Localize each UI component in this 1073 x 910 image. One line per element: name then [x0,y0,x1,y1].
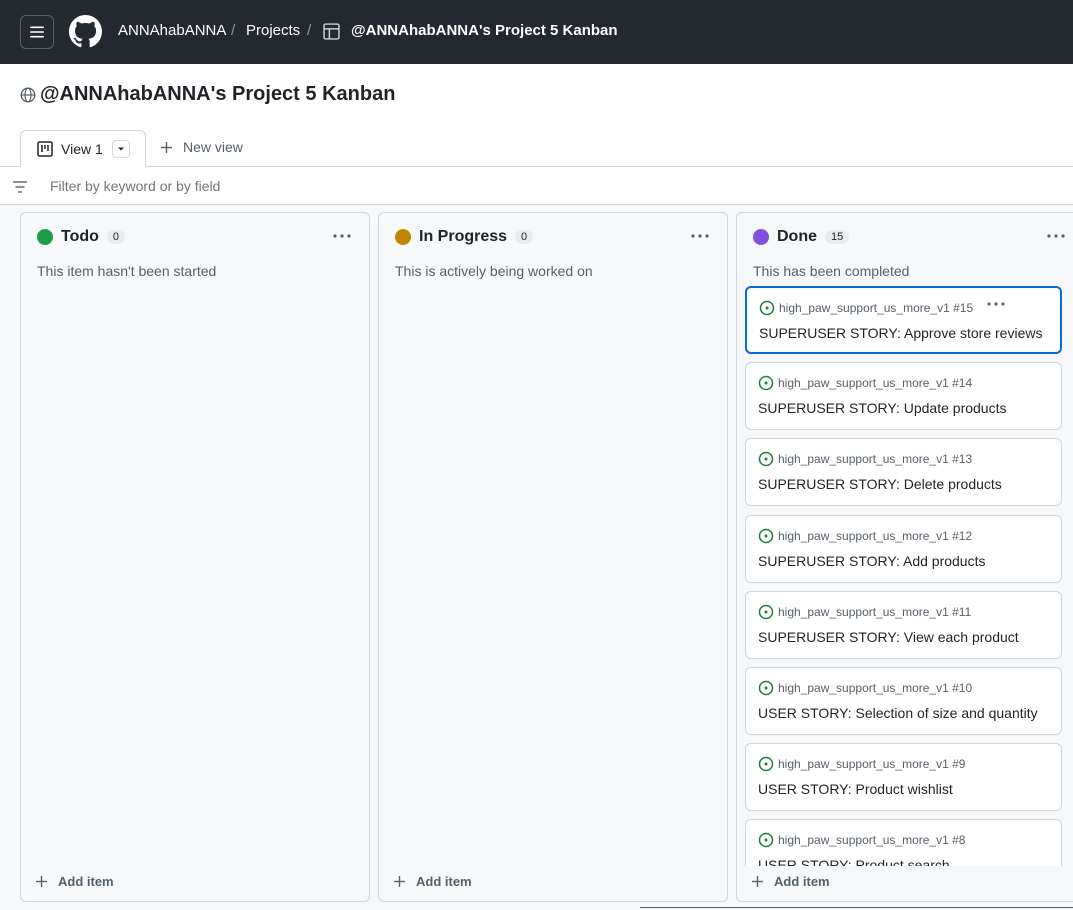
add-item-label: Add item [416,874,472,889]
card-ref[interactable]: high_paw_support_us_more_v1 #8 [758,832,965,848]
card-title[interactable]: SUPERUSER STORY: Delete products [758,476,1002,492]
card-ref[interactable]: high_paw_support_us_more_v1 #9 [758,756,965,772]
card-ref[interactable]: high_paw_support_us_more_v1 #12 [758,528,972,544]
card-item[interactable]: high_paw_support_us_more_v1 #11 SUPERUSE… [745,591,1062,659]
top-header: ANNAhabANNA / Projects / @ANNAhabANNA's … [0,0,1073,64]
card-title[interactable]: SUPERUSER STORY: Add products [758,553,985,569]
card-item[interactable]: high_paw_support_us_more_v1 #8 USER STOR… [745,819,1062,866]
open-issue-icon [758,451,774,467]
more-options-icon[interactable] [333,234,351,238]
card-item[interactable]: high_paw_support_us_more_v1 #15 SUPERUSE… [745,286,1062,354]
column-header: Done 15 [753,228,850,246]
open-issue-icon [758,680,774,696]
table-icon [323,23,340,40]
plus-icon [161,141,172,153]
caret-down-icon [117,147,124,150]
card-item[interactable]: high_paw_support_us_more_v1 #9 USER STOR… [745,743,1062,811]
breadcrumb-project[interactable]: @ANNAhabANNA's Project 5 Kanban [351,22,618,39]
column-header: In Progress 0 [395,228,534,246]
card-title[interactable]: SUPERUSER STORY: Update products [758,400,1006,416]
column-description: This is actively being worked on [395,263,593,279]
card-ref[interactable]: high_paw_support_us_more_v1 #11 [758,604,971,620]
card-ref[interactable]: high_paw_support_us_more_v1 #13 [758,451,972,467]
open-issue-icon [758,375,774,391]
card-ref[interactable]: high_paw_support_us_more_v1 #15 [759,300,973,316]
column-done: Done 15 This has been completed high_paw… [736,212,1073,902]
open-issue-icon [758,604,774,620]
tab-label: View 1 [61,140,103,157]
add-item-label: Add item [774,874,830,889]
board-icon [37,140,53,157]
card-title[interactable]: USER STORY: Selection of size and quanti… [758,705,1038,721]
more-options-icon[interactable] [691,234,709,238]
column-description: This has been completed [753,263,910,279]
globe-icon [20,87,36,102]
status-dot-icon [395,229,411,245]
status-dot-icon [37,229,53,245]
column-title: Done [777,228,817,245]
hamburger-icon [30,26,44,38]
kanban-board: Todo 0 This item hasn't been started Add… [0,205,1073,910]
view-tabs: View 1 New view [0,130,1073,167]
open-issue-icon [758,528,774,544]
add-item-label: Add item [58,874,114,889]
breadcrumb-separator: / [231,22,236,39]
card-title[interactable]: USER STORY: Product search [758,857,950,866]
new-view-label: New view [183,139,243,155]
more-options-icon[interactable] [1047,234,1065,238]
column-title: In Progress [419,228,508,245]
page-title: @ANNAhabANNA's Project 5 Kanban [40,83,396,105]
column-count-badge: 0 [106,230,126,244]
page-title-row: @ANNAhabANNA's Project 5 Kanban [20,83,395,106]
filter-icon [13,181,27,193]
new-view-button[interactable]: New view [160,139,243,155]
card-item[interactable]: high_paw_support_us_more_v1 #13 SUPERUSE… [745,438,1062,506]
horizontal-scrollbar[interactable] [640,907,1073,908]
column-title: Todo [61,228,99,245]
open-issue-icon [758,832,774,848]
plus-icon [36,876,47,887]
card-title[interactable]: USER STORY: Product wishlist [758,781,953,797]
card-ref[interactable]: high_paw_support_us_more_v1 #10 [758,680,972,696]
menu-button[interactable] [20,15,54,49]
tab-options-button[interactable] [111,139,130,158]
column-description: This item hasn't been started [37,263,217,279]
add-item-button[interactable]: Add item [751,874,830,889]
card-title[interactable]: SUPERUSER STORY: View each product [758,629,1019,645]
card-ref-text: high_paw_support_us_more_v1 #9 [778,757,966,771]
card-ref-text: high_paw_support_us_more_v1 #15 [779,301,974,315]
breadcrumb-projects[interactable]: Projects [246,22,300,39]
card-item[interactable]: high_paw_support_us_more_v1 #10 USER STO… [745,667,1062,735]
card-ref-text: high_paw_support_us_more_v1 #10 [778,681,973,695]
card-more-options-icon[interactable] [987,302,1005,306]
card-title[interactable]: SUPERUSER STORY: Approve store reviews [759,325,1042,341]
breadcrumb-separator: / [307,22,312,39]
card-ref-text: high_paw_support_us_more_v1 #14 [778,376,973,390]
card-ref-text: high_paw_support_us_more_v1 #8 [778,833,966,847]
github-logo-icon[interactable] [69,15,102,48]
plus-icon [394,876,405,887]
tab-view-1[interactable]: View 1 [20,130,146,167]
card-ref-text: high_paw_support_us_more_v1 #11 [778,605,972,619]
column-todo: Todo 0 This item hasn't been started Add… [20,212,370,902]
column-count-badge: 15 [825,230,850,244]
add-item-button[interactable]: Add item [393,874,472,889]
column-in-progress: In Progress 0 This is actively being wor… [378,212,728,902]
card-list: high_paw_support_us_more_v1 #15 SUPERUSE… [745,286,1062,866]
card-item[interactable]: high_paw_support_us_more_v1 #14 SUPERUSE… [745,362,1062,430]
plus-icon [752,876,763,887]
card-ref[interactable]: high_paw_support_us_more_v1 #14 [758,375,972,391]
card-ref-text: high_paw_support_us_more_v1 #13 [778,452,973,466]
column-header: Todo 0 [37,228,126,246]
open-issue-icon [759,300,775,316]
filter-bar [0,167,1073,205]
breadcrumb-owner[interactable]: ANNAhabANNA [118,22,226,39]
add-item-button[interactable]: Add item [35,874,114,889]
card-ref-text: high_paw_support_us_more_v1 #12 [778,529,973,543]
status-dot-icon [753,229,769,245]
column-count-badge: 0 [515,230,534,244]
filter-input[interactable] [50,178,650,194]
card-item[interactable]: high_paw_support_us_more_v1 #12 SUPERUSE… [745,515,1062,583]
open-issue-icon [758,756,774,772]
